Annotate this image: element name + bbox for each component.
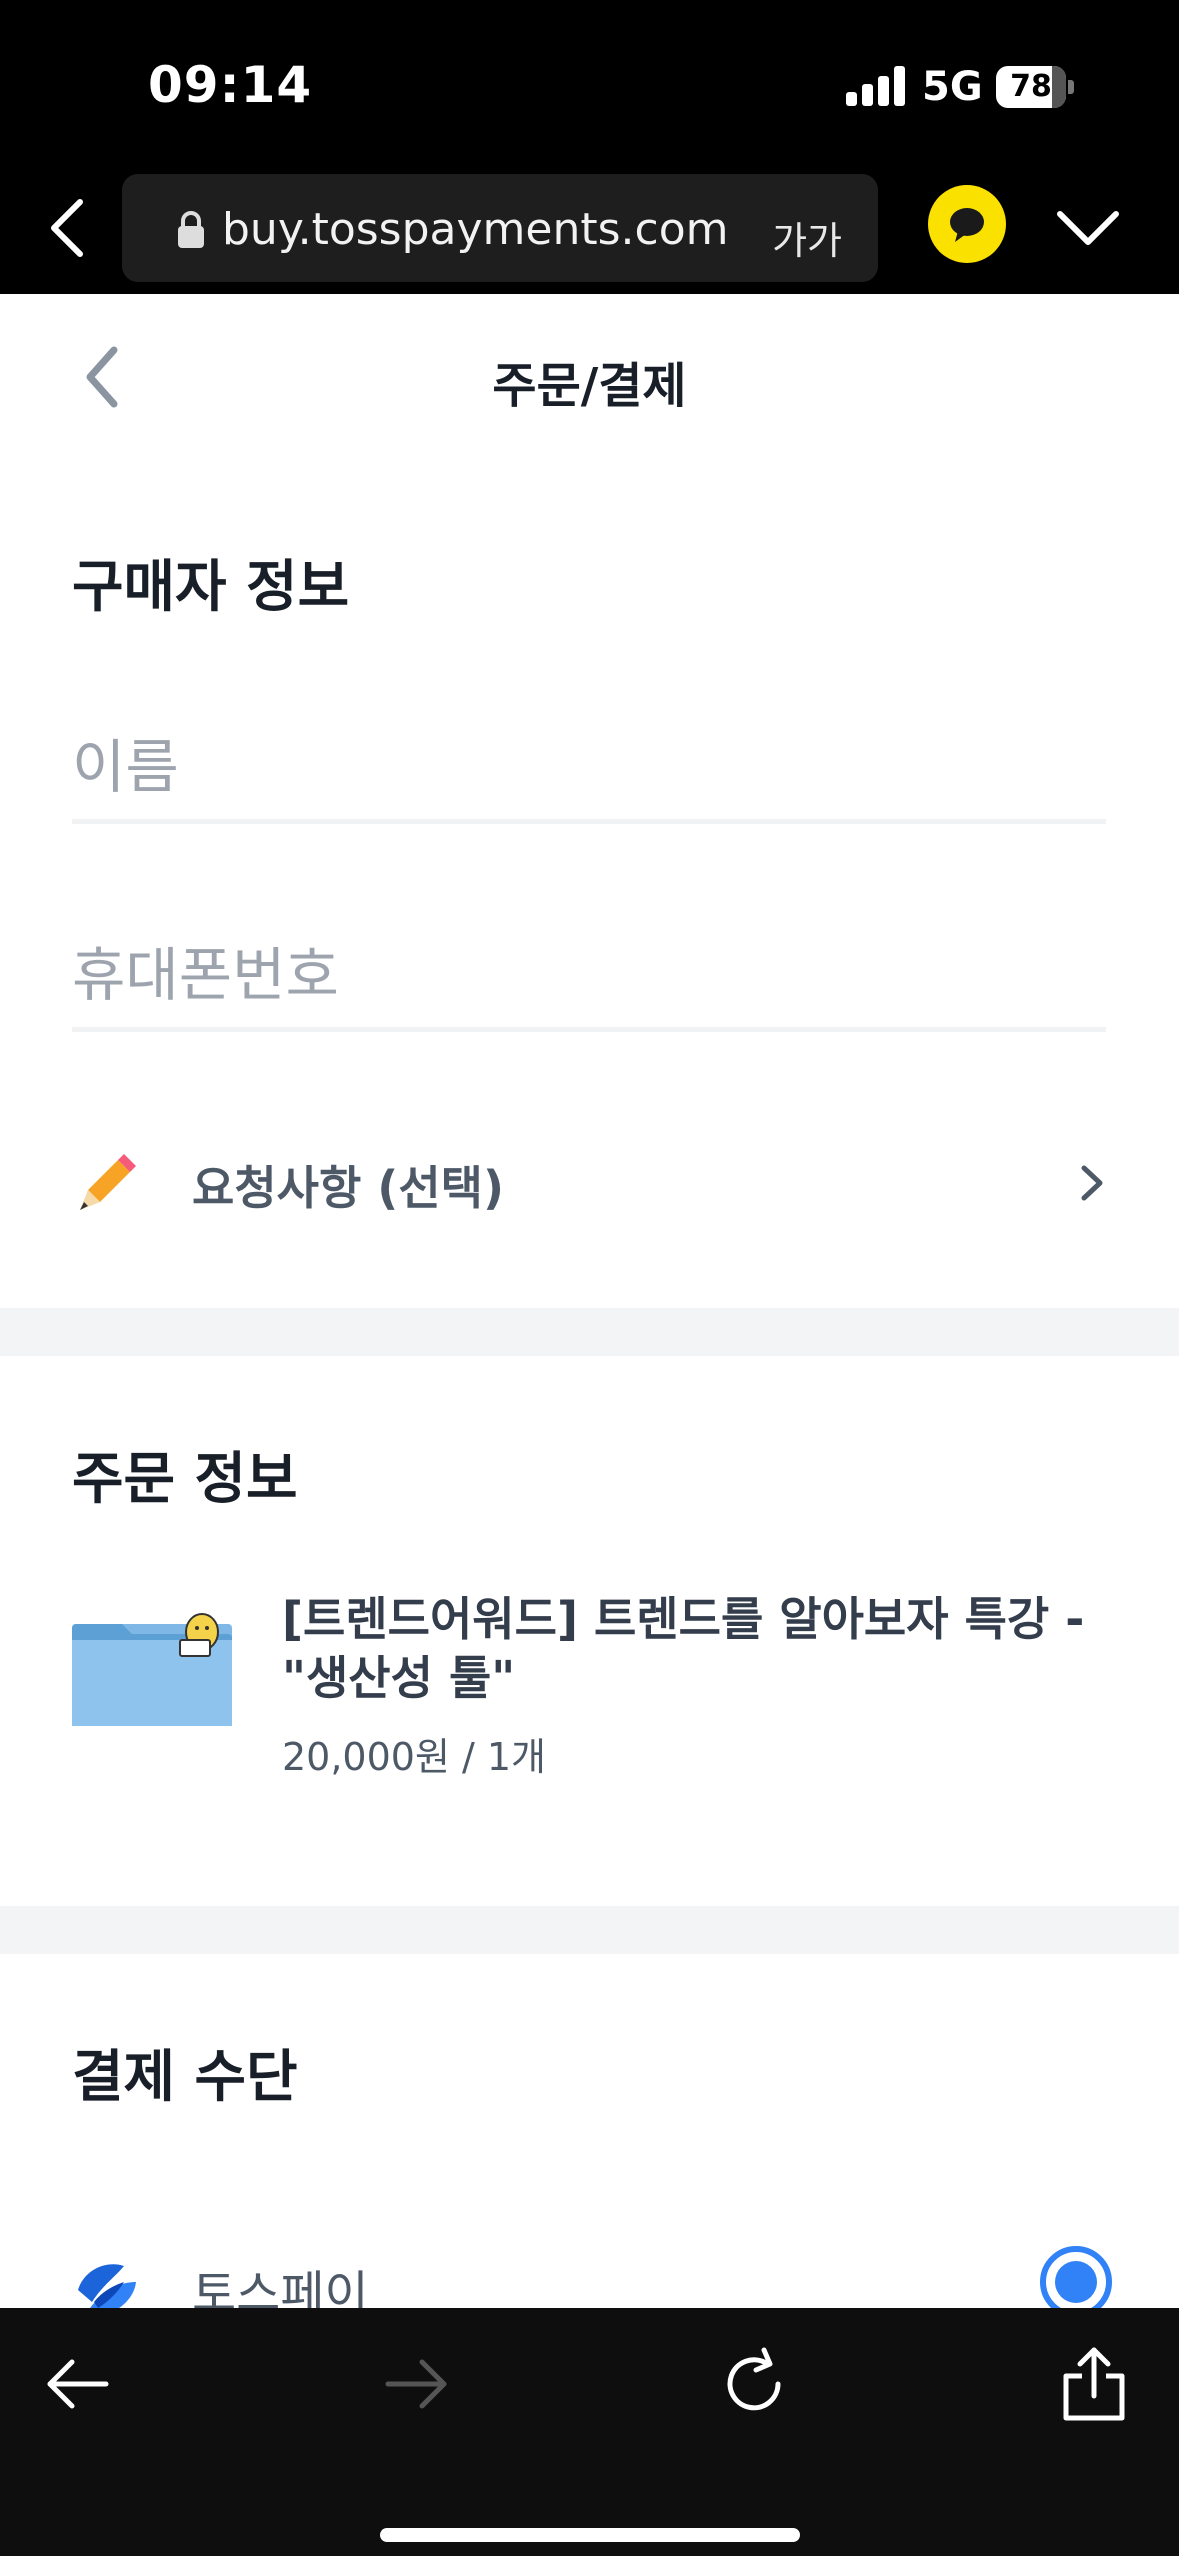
- name-field[interactable]: [72, 714, 1106, 824]
- name-input[interactable]: [72, 714, 1106, 819]
- page-content: 주문/결제 구매자 정보 요청사항 (선택) 주문 정보: [0, 294, 1179, 2308]
- browser-menu-button[interactable]: [1052, 198, 1124, 258]
- arrow-left-icon: [47, 2359, 109, 2409]
- page-header: 주문/결제: [0, 294, 1179, 464]
- toss-logo-icon: [78, 2264, 136, 2308]
- chevron-down-icon: [1057, 211, 1119, 245]
- pencil-icon: [80, 1154, 136, 1210]
- status-time: 09:14: [148, 56, 313, 114]
- product-price: 20,000원 / 1개: [282, 1735, 547, 1779]
- product-name: [트렌드어워드] 트렌드를 알아보자 특강 - "생산성 툴": [282, 1592, 1085, 1705]
- payment-method-label: 토스페이: [192, 2266, 369, 2308]
- payment-section-title: 결제 수단: [72, 2045, 298, 2110]
- chevron-right-icon: [1081, 1165, 1103, 1201]
- phone-field[interactable]: [72, 922, 1106, 1032]
- request-row[interactable]: 요청사항 (선택): [72, 1134, 1106, 1234]
- order-section-title: 주문 정보: [72, 1447, 298, 1512]
- refresh-icon: [727, 2347, 781, 2411]
- product-thumbnail: [72, 1610, 232, 1726]
- browser-back-button[interactable]: [40, 192, 100, 264]
- browser-forward-button[interactable]: [378, 2344, 458, 2424]
- url-text: buy.tosspayments.com: [222, 204, 729, 255]
- kakao-button[interactable]: [928, 185, 1006, 263]
- battery-icon: 78: [996, 66, 1074, 108]
- network-type: 5G: [922, 64, 983, 110]
- browser-back-nav-button[interactable]: [36, 2344, 116, 2424]
- browser-share-button[interactable]: [1054, 2344, 1134, 2424]
- font-size-button[interactable]: 가가: [772, 210, 842, 265]
- phone-input[interactable]: [72, 922, 1106, 1027]
- lock-icon: [178, 211, 204, 248]
- battery-level: 78: [1010, 69, 1052, 104]
- payment-radio[interactable]: [1040, 2246, 1112, 2308]
- kakao-chat-icon: [950, 208, 984, 242]
- section-divider: [0, 1906, 1179, 1954]
- buyer-section-title: 구매자 정보: [72, 555, 350, 620]
- browser-toolbar: [0, 2308, 1179, 2556]
- browser-refresh-button[interactable]: [714, 2344, 794, 2424]
- share-icon: [1063, 2347, 1125, 2421]
- section-divider: [0, 1308, 1179, 1356]
- browser-bar: buy.tosspayments.com 가가: [0, 170, 1179, 294]
- status-bar: 09:14 5G 78: [0, 0, 1179, 170]
- page-title: 주문/결제: [492, 358, 687, 414]
- chevron-left-icon: [51, 199, 83, 257]
- url-bar[interactable]: buy.tosspayments.com 가가: [122, 174, 878, 282]
- home-indicator: [380, 2528, 800, 2542]
- signal-icon: [846, 66, 906, 106]
- payment-option-tosspay[interactable]: 토스페이: [72, 2234, 1112, 2308]
- arrow-right-icon: [385, 2359, 447, 2409]
- request-label: 요청사항 (선택): [192, 1161, 504, 1215]
